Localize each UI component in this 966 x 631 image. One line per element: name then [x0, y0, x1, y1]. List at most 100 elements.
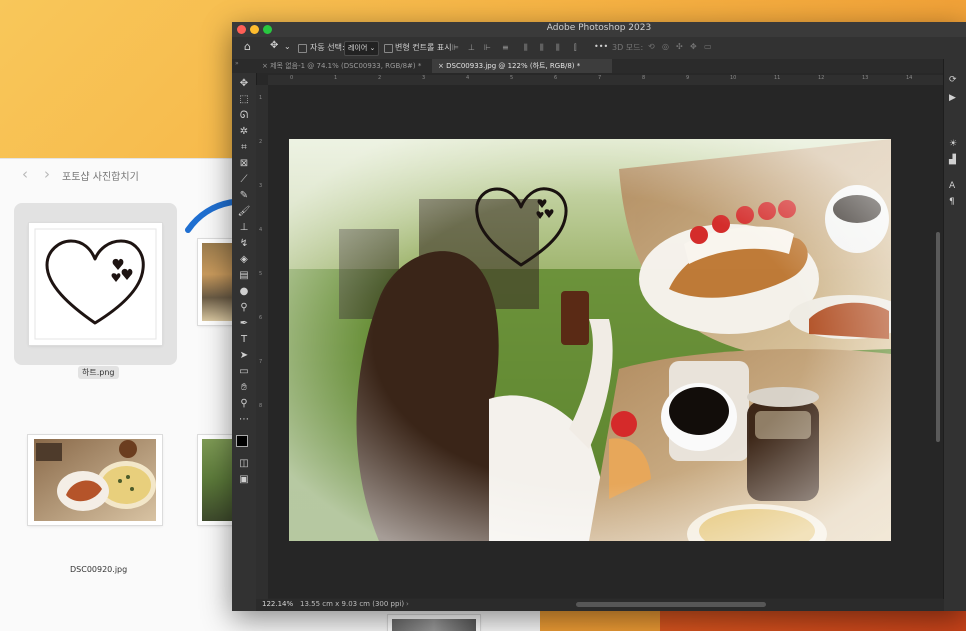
desktop-background: ‹ › 포토샵 사진합치기 하트.png DSC00920.jpg Adobe … — [0, 0, 966, 631]
finder-title: 포토샵 사진합치기 — [62, 172, 139, 183]
distribute-2-icon[interactable]: ⫼ — [540, 43, 549, 52]
ruler-label: 8 — [642, 75, 646, 81]
heart-drawing-icon — [34, 228, 157, 340]
ruler-label: 7 — [259, 359, 263, 365]
tab-dsc00933[interactable]: × DSC00933.jpg @ 122% (하트, RGB/8) * — [432, 59, 612, 73]
horizontal-scrollbar[interactable] — [576, 602, 766, 607]
ruler-label: 3 — [259, 183, 263, 189]
3d-slide-icon: ✥ — [690, 42, 697, 51]
distribute-3-icon[interactable]: ⫼ — [556, 43, 565, 52]
edit-toolbar-icon[interactable]: ⋯ — [235, 413, 253, 427]
lasso-tool-icon[interactable]: ᘏ — [235, 109, 253, 123]
crop-tool-icon[interactable]: ⌗ — [235, 141, 253, 155]
align-center-icon[interactable]: ⊥ — [468, 43, 477, 52]
ruler-label: 4 — [466, 75, 470, 81]
3d-pan-icon: ✣ — [676, 42, 683, 51]
paragraph-panel-icon[interactable]: ¶ — [949, 197, 955, 207]
canvas-area[interactable] — [268, 85, 944, 598]
levels-panel-icon[interactable]: ▟ — [949, 155, 956, 165]
ruler-label: 7 — [598, 75, 602, 81]
tab-label: DSC00933.jpg @ 122% (하트, RGB/8) * — [446, 62, 581, 70]
rectangle-tool-icon[interactable]: ▭ — [235, 365, 253, 379]
horizontal-ruler: 0 1 2 3 4 5 6 7 8 9 10 11 12 13 14 — [268, 75, 944, 85]
forward-arrow-icon[interactable]: › — [44, 165, 50, 183]
ruler-label: 13 — [862, 75, 869, 81]
magic-wand-tool-icon[interactable]: ✲ — [235, 125, 253, 139]
home-icon[interactable]: ⌂ — [244, 40, 251, 53]
photoshop-titlebar: Adobe Photoshop 2023 — [232, 22, 966, 37]
zoom-tool-icon[interactable]: ⚲ — [235, 397, 253, 411]
ruler-label: 5 — [510, 75, 514, 81]
collapse-icon[interactable]: » — [235, 60, 239, 67]
3d-rotate-icon: ⟲ — [648, 42, 655, 51]
align-top-icon[interactable]: ≡ — [502, 43, 511, 52]
ruler-label: 6 — [554, 75, 558, 81]
ruler-label: 14 — [906, 75, 913, 81]
tab-untitled-1[interactable]: × 제목 없음-1 @ 74.1% (DSC00933, RGB/8#) * — [256, 59, 438, 73]
back-arrow-icon[interactable]: ‹ — [22, 165, 28, 183]
ruler-label: 8 — [259, 403, 263, 409]
distribute-4-icon[interactable]: ⫿ — [574, 43, 583, 52]
marquee-tool-icon[interactable]: ⬚ — [235, 93, 253, 107]
more-options-button[interactable]: ••• — [594, 42, 608, 51]
gradient-tool-icon[interactable]: ▤ — [235, 269, 253, 283]
file-label-dsc00920[interactable]: DSC00920.jpg — [70, 565, 127, 574]
auto-select-label: 자동 선택: — [310, 43, 345, 52]
healing-brush-tool-icon[interactable]: ✎ — [235, 189, 253, 203]
tab-close-icon[interactable]: × — [438, 62, 444, 70]
file-item-dsc00920[interactable] — [28, 435, 162, 525]
ruler-label: 1 — [259, 95, 263, 101]
path-selection-tool-icon[interactable]: ➤ — [235, 349, 253, 363]
hand-tool-icon[interactable]: ✋︎ — [235, 381, 253, 395]
actions-panel-icon[interactable]: ▶ — [949, 93, 956, 103]
eraser-tool-icon[interactable]: ◈ — [235, 253, 253, 267]
dodge-tool-icon[interactable]: ⚲ — [235, 301, 253, 315]
ruler-label: 2 — [259, 139, 263, 145]
document-tabs: × 제목 없음-1 @ 74.1% (DSC00933, RGB/8#) * ×… — [256, 59, 944, 73]
distribute-1-icon[interactable]: ⫼ — [524, 43, 533, 52]
ruler-label: 3 — [422, 75, 426, 81]
document-info: 13.55 cm x 9.03 cm (300 ppi) — [300, 600, 405, 608]
history-brush-tool-icon[interactable]: ↯ — [235, 237, 253, 251]
tab-label: 제목 없음-1 @ 74.1% (DSC00933, RGB/8#) * — [270, 62, 422, 70]
vertical-scrollbar[interactable] — [936, 232, 940, 442]
zoom-level[interactable]: 122.14% — [262, 600, 293, 608]
history-panel-icon[interactable]: ⟳ — [949, 75, 957, 85]
ruler-label: 9 — [686, 75, 690, 81]
quick-mask-icon[interactable]: ◫ — [235, 457, 253, 471]
auto-select-checkbox[interactable] — [298, 44, 307, 53]
pen-tool-icon[interactable]: ✒ — [235, 317, 253, 331]
type-tool-icon[interactable]: T — [235, 333, 253, 347]
tab-close-icon[interactable]: × — [262, 62, 268, 70]
align-right-icon[interactable]: ⊩ — [484, 43, 493, 52]
options-bar: ⌂ ✥ ⌄ 자동 선택: 레이어 ⌄ 변형 컨트롤 표시 ⊫ ⊥ ⊩ ≡ ⫼ ⫼… — [232, 37, 966, 60]
ruler-label: 10 — [730, 75, 737, 81]
frame-tool-icon[interactable]: ⊠ — [235, 157, 253, 171]
clone-stamp-tool-icon[interactable]: ⊥ — [235, 221, 253, 235]
foreground-color-swatch[interactable] — [236, 435, 248, 447]
move-tool-preset-icon[interactable]: ✥ — [270, 40, 278, 51]
ruler-label: 12 — [818, 75, 825, 81]
ruler-label: 11 — [774, 75, 781, 81]
align-left-icon[interactable]: ⊫ — [452, 43, 461, 52]
character-panel-icon[interactable]: A — [949, 181, 955, 191]
photoshop-window: Adobe Photoshop 2023 ⌂ ✥ ⌄ 자동 선택: 레이어 ⌄ … — [232, 22, 966, 611]
screen-mode-icon[interactable]: ▣ — [235, 473, 253, 487]
file-label-heart[interactable]: 하트.png — [78, 366, 119, 379]
move-tool-icon[interactable]: ✥ — [235, 77, 253, 91]
tools-panel: ✥ ⬚ ᘏ ✲ ⌗ ⊠ ⟋ ✎ 🖌︎ ⊥ ↯ ◈ ▤ ● ⚲ ✒ T ➤ ▭ ✋… — [232, 73, 257, 611]
document-canvas[interactable] — [289, 139, 891, 541]
layer-dropdown[interactable]: 레이어 ⌄ — [344, 41, 380, 56]
3d-roll-icon: ◎ — [662, 42, 669, 51]
file-item-heart[interactable] — [14, 203, 177, 365]
file-thumbnail-partial-3[interactable] — [388, 615, 480, 631]
transform-controls-label: 변형 컨트롤 표시 — [395, 43, 452, 52]
transform-controls-checkbox[interactable] — [384, 44, 393, 53]
chevron-down-icon[interactable]: ⌄ — [284, 42, 291, 51]
adjustments-panel-icon[interactable]: ☀ — [949, 139, 957, 149]
status-expand-arrow[interactable]: › — [406, 600, 409, 608]
eyedropper-tool-icon[interactable]: ⟋ — [235, 173, 253, 187]
composite-photo — [289, 139, 891, 541]
blur-tool-icon[interactable]: ● — [235, 285, 253, 299]
brush-tool-icon[interactable]: 🖌︎ — [235, 205, 253, 219]
